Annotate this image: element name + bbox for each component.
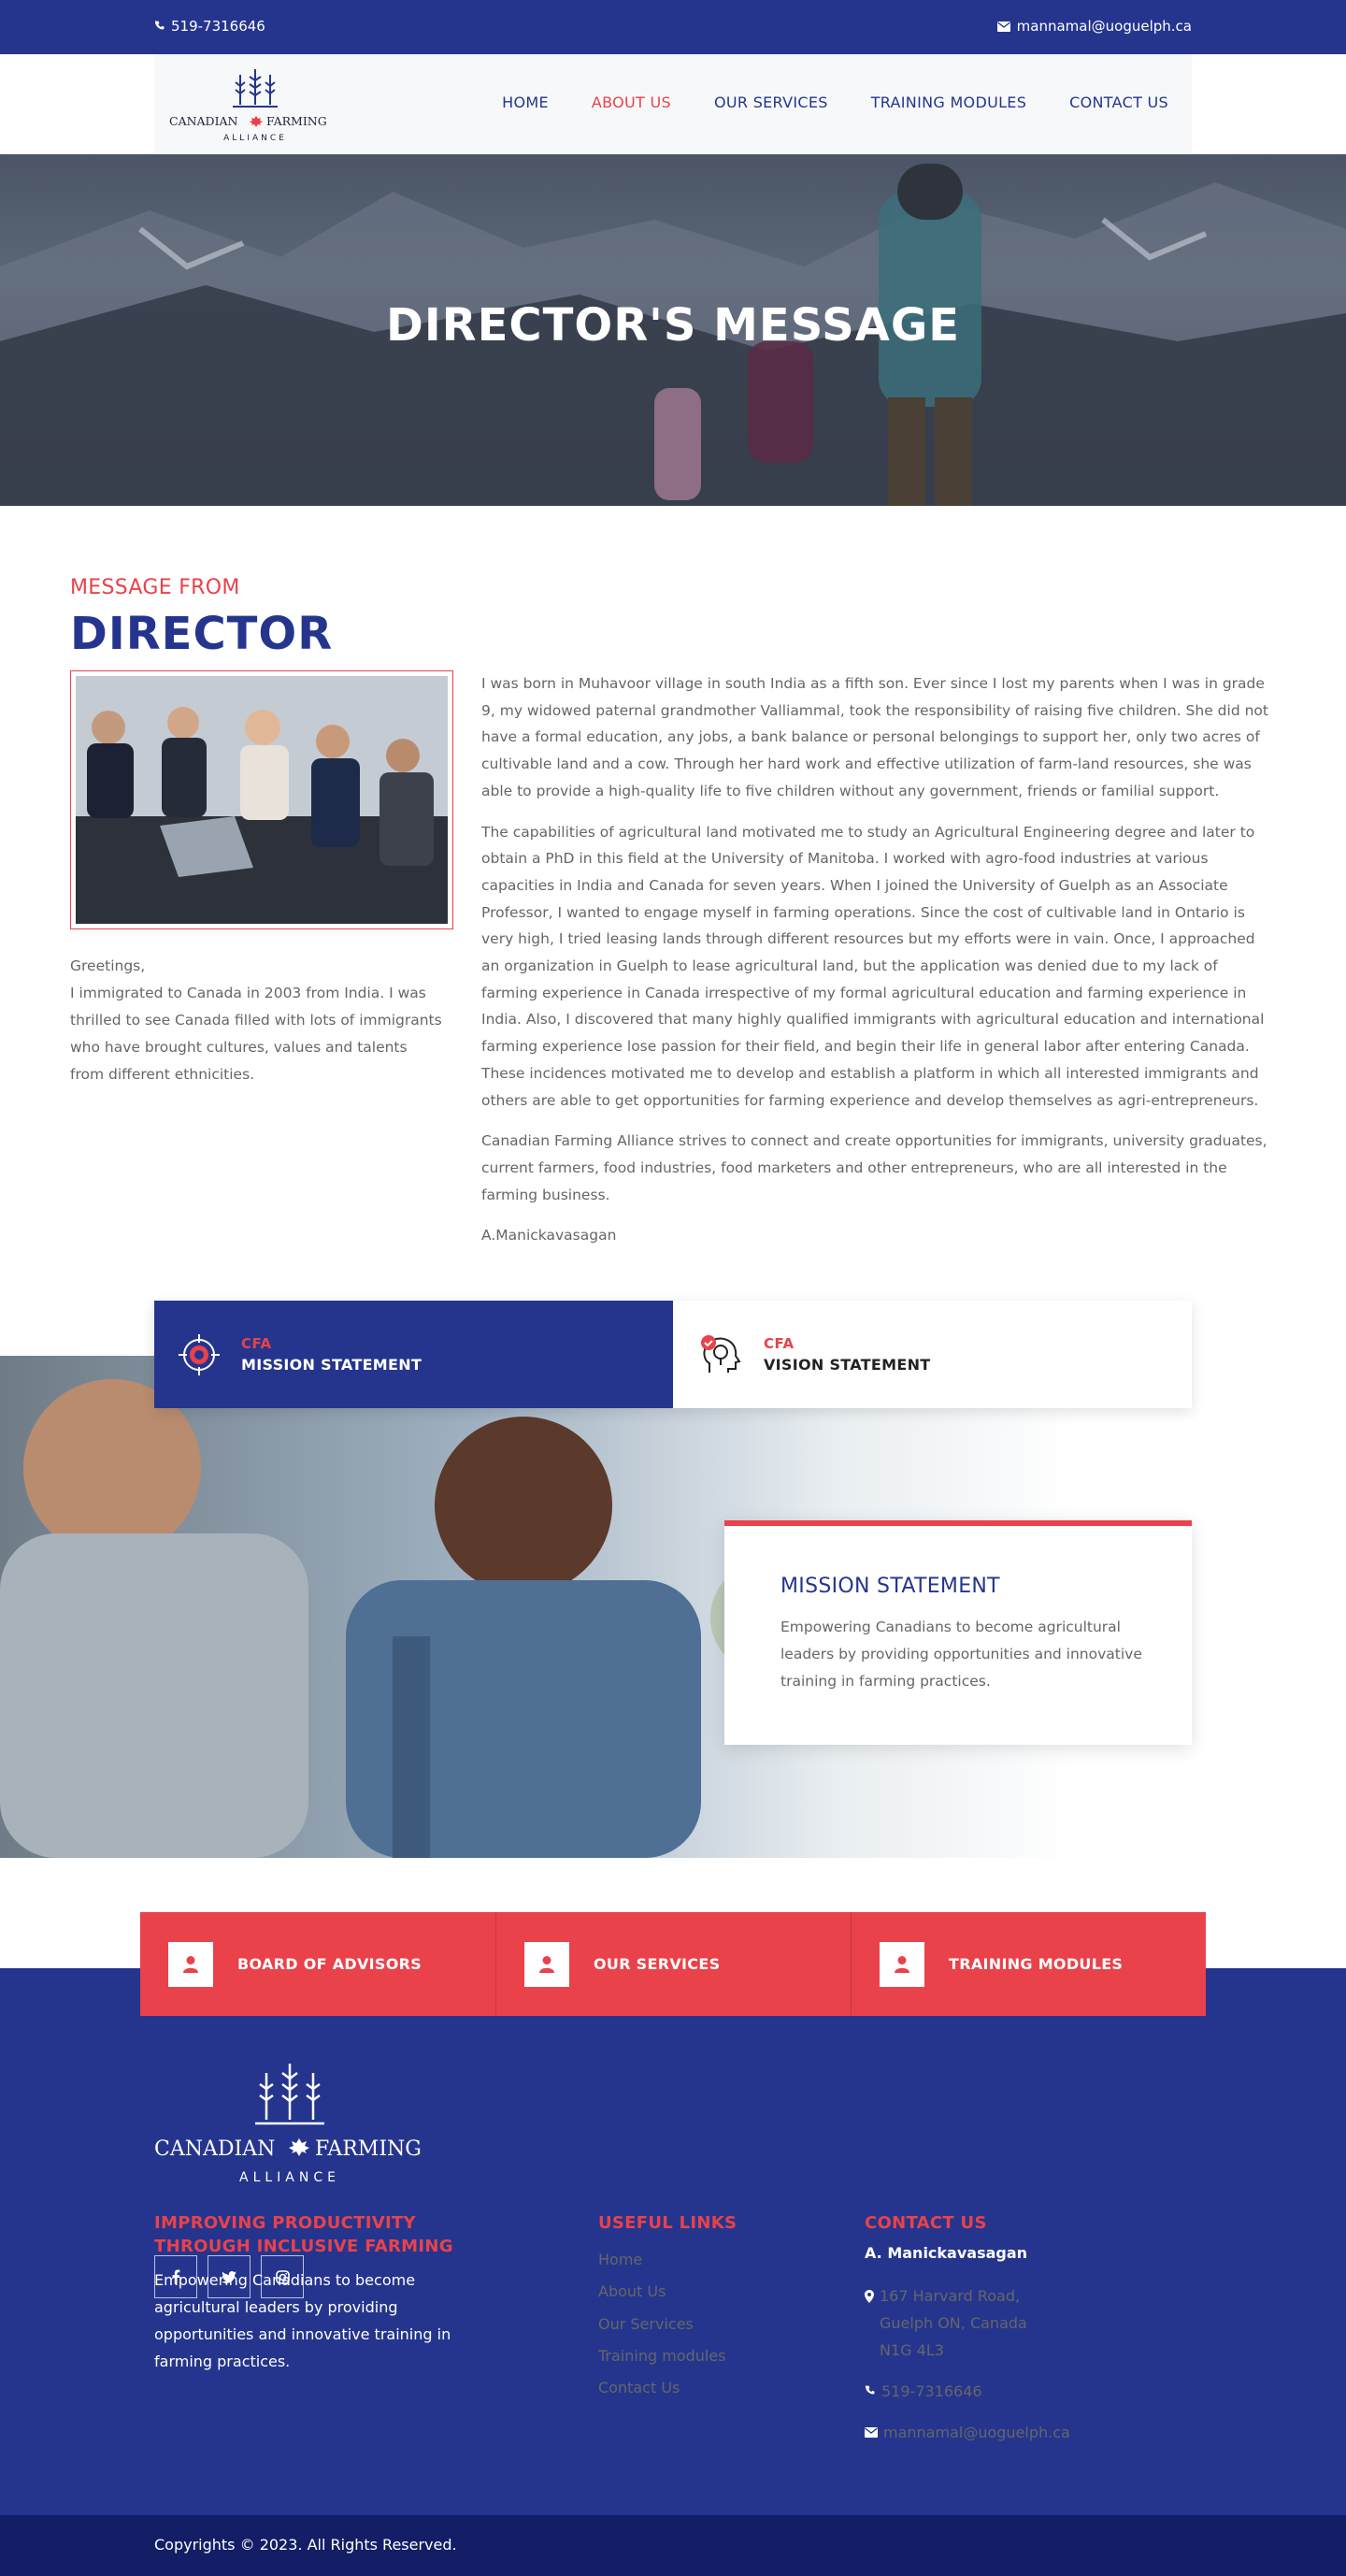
footer-link-home[interactable]: Home — [598, 2244, 726, 2276]
contact-email[interactable]: mannamal@uoguelph.ca — [865, 2419, 1070, 2446]
wheat-logo-icon: CANADIAN FARMING ALLIANCE — [154, 2064, 422, 2185]
top-email-text: mannamal@uoguelph.ca — [1016, 18, 1192, 35]
target-icon — [179, 1333, 220, 1375]
mission-text: Empowering Canadians to become agricultu… — [780, 1619, 1142, 1690]
message-signature: A.Manickavasagan — [481, 1227, 617, 1245]
contact-title: CONTACT US — [865, 2213, 987, 2233]
director-greeting-block: Greetings, I immigrated to Canada in 200… — [70, 953, 444, 1088]
top-contact-bar: 519-7316646 mannamal@uoguelph.ca — [0, 0, 1346, 54]
message-paragraph: Canadian Farming Alliance strives to con… — [481, 1132, 1267, 1203]
main-nav: HOME ABOUT US OUR SERVICES TRAINING MODU… — [502, 94, 1168, 111]
feature-board-of-advisors[interactable]: BOARD OF ADVISORS — [140, 1912, 495, 2016]
facebook-icon[interactable] — [154, 2255, 197, 2298]
svg-text:FARMING: FARMING — [266, 114, 327, 128]
mission-statement-card: MISSION STATEMENT Empowering Canadians t… — [724, 1520, 1192, 1745]
copyright-bar: Copyrights © 2023. All Rights Reserved. — [0, 2515, 1346, 2576]
nav-home[interactable]: HOME — [502, 94, 549, 111]
contact-email-text: mannamal@uoguelph.ca — [883, 2424, 1070, 2441]
contact-phone[interactable]: 519-7316646 — [865, 2378, 982, 2405]
feature-training-modules[interactable]: TRAINING MODULES — [851, 1912, 1206, 2016]
phone-icon — [154, 21, 165, 30]
head-idea-icon — [701, 1334, 741, 1373]
hero-title: DIRECTOR'S MESSAGE — [385, 299, 961, 352]
section-eyebrow: MESSAGE FROM — [70, 576, 240, 599]
site-header: CANADIAN FARMING ALLIANCE HOME ABOUT US … — [154, 54, 1192, 154]
top-email[interactable]: mannamal@uoguelph.ca — [996, 18, 1192, 35]
tab-mission-label: MISSION STATEMENT — [241, 1356, 422, 1374]
user-icon — [168, 1941, 213, 1987]
tab-mission-statement[interactable]: CFA MISSION STATEMENT — [154, 1301, 673, 1408]
contact-name: A. Manickavasagan — [865, 2244, 1028, 2262]
nav-about-us[interactable]: ABOUT US — [592, 94, 671, 111]
maple-leaf-icon — [250, 116, 263, 127]
envelope-icon — [996, 21, 1010, 32]
user-icon — [524, 1941, 569, 1987]
site-logo[interactable]: CANADIAN FARMING ALLIANCE — [169, 64, 341, 146]
address-line3: N1G 4L3 — [880, 2341, 944, 2359]
statement-tabs: CFA MISSION STATEMENT CFA VISION STATEME… — [154, 1301, 1192, 1408]
feature-links-bar: BOARD OF ADVISORS OUR SERVICES TRAINING … — [140, 1912, 1206, 2016]
contact-phone-text: 519-7316646 — [881, 2382, 982, 2400]
twitter-icon[interactable] — [208, 2255, 251, 2298]
top-phone-text: 519-7316646 — [171, 18, 265, 35]
tab-mission-eyebrow: CFA — [241, 1335, 272, 1352]
useful-links-list: Home About Us Our Services Training modu… — [598, 2244, 726, 2404]
social-links — [154, 2255, 304, 2298]
address-line2: Guelph ON, Canada — [880, 2314, 1027, 2332]
greeting-text: Greetings, — [70, 957, 146, 974]
footer-link-about-us[interactable]: About Us — [598, 2276, 726, 2308]
nav-contact-us[interactable]: CONTACT US — [1069, 94, 1168, 111]
tab-vision-statement[interactable]: CFA VISION STATEMENT — [673, 1301, 1192, 1408]
footer-link-training-modules[interactable]: Training modules — [598, 2340, 726, 2372]
svg-text:CANADIAN: CANADIAN — [154, 2137, 275, 2161]
maple-leaf-icon — [289, 2138, 309, 2156]
message-paragraph: The capabilities of agricultural land mo… — [481, 823, 1265, 1109]
feature-label: BOARD OF ADVISORS — [237, 1955, 422, 1973]
footer-link-contact-us[interactable]: Contact Us — [598, 2372, 726, 2404]
wheat-logo-icon: CANADIAN FARMING ALLIANCE — [169, 69, 327, 143]
copyright-text: Copyrights © 2023. All Rights Reserved. — [154, 2536, 457, 2554]
nav-our-services[interactable]: OUR SERVICES — [714, 94, 828, 111]
footer-link-our-services[interactable]: Our Services — [598, 2309, 726, 2340]
phone-icon — [865, 2385, 875, 2395]
tab-vision-label: VISION STATEMENT — [764, 1356, 931, 1374]
envelope-icon — [865, 2427, 878, 2438]
contact-address: 167 Harvard Road, Guelph ON, Canada N1G … — [865, 2282, 1027, 2364]
nav-training-modules[interactable]: TRAINING MODULES — [871, 94, 1026, 111]
feature-our-services[interactable]: OUR SERVICES — [495, 1912, 851, 2016]
feature-label: TRAINING MODULES — [949, 1955, 1124, 1973]
mission-title: MISSION STATEMENT — [780, 1575, 1000, 1598]
footer-tagline: IMPROVING PRODUCTIVITY THROUGH INCLUSIVE… — [154, 2211, 453, 2258]
user-icon — [880, 1941, 924, 1987]
svg-text:CANADIAN: CANADIAN — [169, 114, 238, 128]
svg-text:FARMING: FARMING — [315, 2137, 422, 2161]
message-paragraph: I was born in Muhavoor village in south … — [481, 675, 1268, 799]
svg-text:ALLIANCE: ALLIANCE — [239, 2170, 340, 2185]
useful-links-title: USEFUL LINKS — [598, 2213, 737, 2233]
director-photo-frame — [70, 670, 453, 929]
instagram-icon[interactable] — [261, 2255, 304, 2298]
map-marker-icon — [865, 2290, 874, 2303]
footer-logo[interactable]: CANADIAN FARMING ALLIANCE — [154, 2062, 425, 2193]
top-phone[interactable]: 519-7316646 — [154, 18, 265, 35]
team-meeting-image — [76, 676, 448, 924]
intro-text: I immigrated to Canada in 2003 from Indi… — [70, 985, 442, 1083]
footer-tagline-line1: IMPROVING PRODUCTIVITY — [154, 2213, 416, 2233]
address-line1: 167 Harvard Road, — [880, 2287, 1021, 2305]
svg-text:ALLIANCE: ALLIANCE — [223, 134, 287, 143]
section-heading: DIRECTOR — [70, 608, 334, 660]
director-message-body: I was born in Muhavoor village in south … — [481, 670, 1276, 1263]
feature-label: OUR SERVICES — [594, 1955, 721, 1973]
hero-banner: DIRECTOR'S MESSAGE — [0, 154, 1346, 506]
tab-vision-eyebrow: CFA — [764, 1335, 795, 1352]
